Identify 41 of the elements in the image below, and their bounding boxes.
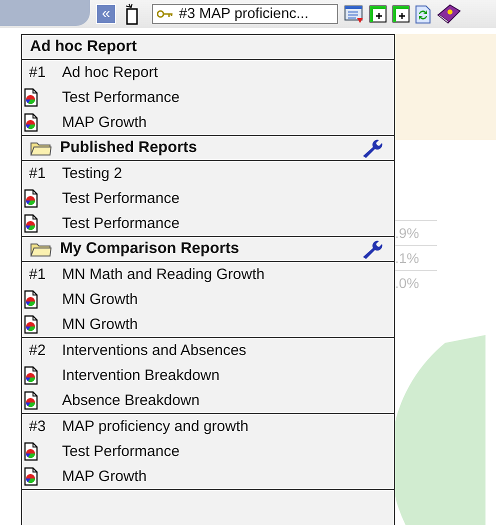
report-icon xyxy=(24,290,38,309)
report-group-row[interactable]: #1 Ad hoc Report xyxy=(22,60,394,85)
report-item[interactable]: MAP Growth xyxy=(22,464,394,489)
percentage-text: .1% xyxy=(395,246,437,272)
folder-icon xyxy=(30,140,52,156)
report-picker[interactable]: #3 MAP proficienc... xyxy=(152,4,338,24)
report-item[interactable]: Test Performance xyxy=(22,439,394,464)
report-item[interactable]: Intervention Breakdown xyxy=(22,363,394,388)
report-group-row[interactable]: #3 MAP proficiency and growth xyxy=(22,414,394,439)
percentage-text: .0% xyxy=(395,274,420,294)
key-icon xyxy=(157,10,173,18)
report-item[interactable]: Test Performance xyxy=(22,85,394,110)
report-item[interactable]: MAP Growth xyxy=(22,110,394,135)
report-item[interactable]: MN Growth xyxy=(22,312,394,337)
report-item[interactable]: Test Performance xyxy=(22,211,394,236)
report-icon xyxy=(24,366,38,385)
section-header[interactable]: My Comparison Reports xyxy=(22,237,394,262)
report-icon xyxy=(24,391,38,410)
report-group-row[interactable]: #2 Interventions and Absences xyxy=(22,338,394,363)
help-book-icon[interactable] xyxy=(436,3,462,25)
list-download-icon[interactable] xyxy=(344,4,364,24)
add-panel-icon[interactable] xyxy=(369,5,387,23)
report-item[interactable]: Test Performance xyxy=(22,186,394,211)
report-icon xyxy=(24,189,38,208)
report-group-row[interactable]: #1 MN Math and Reading Growth xyxy=(22,262,394,287)
refresh-icon[interactable] xyxy=(415,4,431,24)
section-header[interactable]: Ad hoc Report xyxy=(22,35,394,60)
report-icon xyxy=(24,88,38,107)
section-header[interactable]: Published Reports xyxy=(22,136,394,161)
collapse-button[interactable]: « xyxy=(96,4,116,24)
report-icon xyxy=(24,467,38,486)
report-item[interactable]: MN Growth xyxy=(22,287,394,312)
report-icon xyxy=(24,442,38,461)
report-item[interactable]: Absence Breakdown xyxy=(22,388,394,413)
report-icon xyxy=(24,113,38,132)
report-icon xyxy=(24,214,38,233)
add-panel-icon[interactable] xyxy=(392,5,410,23)
report-group-row[interactable]: #1 Testing 2 xyxy=(22,161,394,186)
report-icon xyxy=(24,315,38,334)
folder-icon xyxy=(30,241,52,257)
percentage-text: .9% xyxy=(395,221,437,246)
